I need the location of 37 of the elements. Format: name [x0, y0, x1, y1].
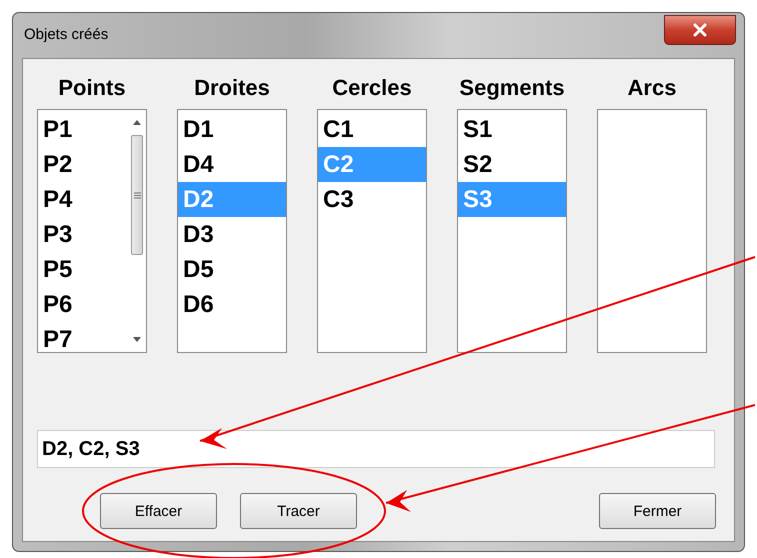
- list-box[interactable]: S1 S2 S3: [457, 109, 567, 353]
- list-item[interactable]: C1: [318, 112, 426, 147]
- list-item[interactable]: S2: [458, 147, 566, 182]
- close-button[interactable]: [664, 15, 736, 45]
- list-item[interactable]: D1: [178, 112, 286, 147]
- list-header: Points: [58, 74, 126, 102]
- list-item[interactable]: P1: [38, 112, 128, 147]
- close-icon: [692, 23, 708, 37]
- list-item[interactable]: P4: [38, 182, 128, 217]
- list-item[interactable]: D5: [178, 252, 286, 287]
- scroll-down-icon[interactable]: [133, 337, 141, 342]
- list-item[interactable]: D4: [178, 147, 286, 182]
- close-dialog-button[interactable]: Fermer: [599, 493, 716, 529]
- list-item[interactable]: P6: [38, 287, 128, 322]
- grip-icon: [134, 192, 140, 198]
- dialog-button[interactable]: Effacer: [100, 493, 217, 529]
- list-item[interactable]: D3: [178, 217, 286, 252]
- list-item[interactable]: P3: [38, 217, 128, 252]
- list-item[interactable]: P7: [38, 322, 128, 352]
- selection-field[interactable]: D2, C2, S3: [37, 430, 715, 468]
- list-item[interactable]: D6: [178, 287, 286, 322]
- list-box[interactable]: C1 C2 C3: [317, 109, 427, 353]
- list-box[interactable]: P1 P2 P4 P3 P5 P6 P7: [37, 109, 147, 353]
- list-item[interactable]: P2: [38, 147, 128, 182]
- list-header: Segments: [459, 74, 565, 102]
- list-item[interactable]: S1: [458, 112, 566, 147]
- list-box[interactable]: [597, 109, 707, 353]
- window-title: Objets créés: [24, 26, 108, 43]
- list-header: Cercles: [332, 74, 412, 102]
- list-box[interactable]: D1 D4 D2 D3 D5 D6: [177, 109, 287, 353]
- dialog-button[interactable]: Tracer: [240, 493, 357, 529]
- list-item[interactable]: C3: [318, 182, 426, 217]
- list-header: Droites: [194, 74, 270, 102]
- list-item[interactable]: P5: [38, 252, 128, 287]
- list-header: Arcs: [628, 74, 676, 102]
- scroll-thumb[interactable]: [131, 135, 143, 255]
- scroll-up-icon[interactable]: [133, 120, 141, 125]
